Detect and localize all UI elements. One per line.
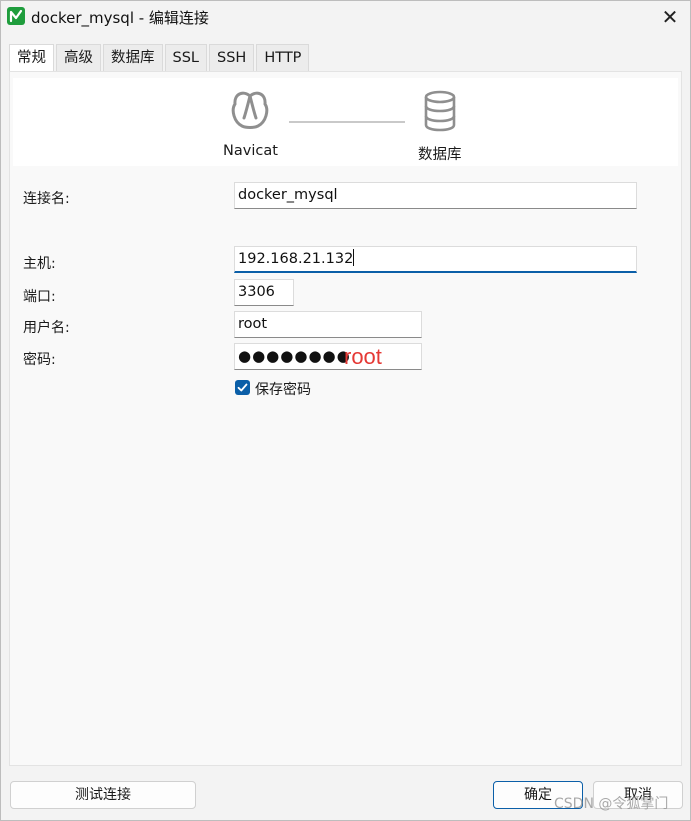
- navicat-label: Navicat: [223, 143, 278, 159]
- database-label: 数据库: [418, 147, 462, 163]
- close-icon[interactable]: ✕: [657, 4, 683, 30]
- port-label: 端口:: [23, 289, 56, 305]
- tab-http[interactable]: HTTP: [256, 44, 310, 72]
- username-input[interactable]: root: [234, 311, 422, 338]
- window-title: docker_mysql - 编辑连接: [31, 9, 209, 27]
- save-password-label[interactable]: 保存密码: [255, 379, 311, 399]
- navicat-app-icon: [7, 7, 25, 25]
- database-icon: [422, 90, 458, 132]
- title-bar: docker_mysql - 编辑连接 ✕: [1, 1, 690, 35]
- tab-databases[interactable]: 数据库: [103, 44, 163, 72]
- password-masked-value: ●●●●●●●●: [238, 347, 351, 365]
- edit-connection-window: docker_mysql - 编辑连接 ✕ 常规 高级 数据库 SSL SSH …: [0, 0, 691, 821]
- connector-line: [289, 121, 405, 123]
- connection-name-label: 连接名:: [23, 191, 70, 207]
- tab-ssl[interactable]: SSL: [164, 44, 207, 72]
- connection-banner: Navicat 数据库: [13, 78, 678, 166]
- tab-general[interactable]: 常规: [9, 44, 54, 73]
- test-connection-button[interactable]: 测试连接: [10, 781, 196, 809]
- port-input[interactable]: 3306: [234, 279, 294, 306]
- password-input[interactable]: ●●●●●●●●: [234, 343, 422, 370]
- tab-ssh[interactable]: SSH: [209, 44, 255, 72]
- host-input[interactable]: 192.168.21.132: [234, 246, 637, 273]
- host-value: 192.168.21.132: [238, 251, 354, 267]
- password-label: 密码:: [23, 352, 56, 368]
- password-annotation: root: [344, 344, 382, 369]
- host-label: 主机:: [23, 256, 56, 272]
- text-caret: [353, 249, 355, 266]
- tab-bar: 常规 高级 数据库 SSL SSH HTTP: [9, 44, 311, 73]
- navicat-logo-icon: [228, 88, 272, 132]
- general-panel: Navicat 数据库: [9, 71, 682, 766]
- connection-name-input[interactable]: docker_mysql: [234, 182, 637, 209]
- tab-advanced[interactable]: 高级: [56, 44, 101, 72]
- csdn-watermark: CSDN @令狐掌门: [554, 796, 669, 812]
- username-label: 用户名:: [23, 320, 70, 336]
- save-password-checkbox[interactable]: [235, 380, 250, 395]
